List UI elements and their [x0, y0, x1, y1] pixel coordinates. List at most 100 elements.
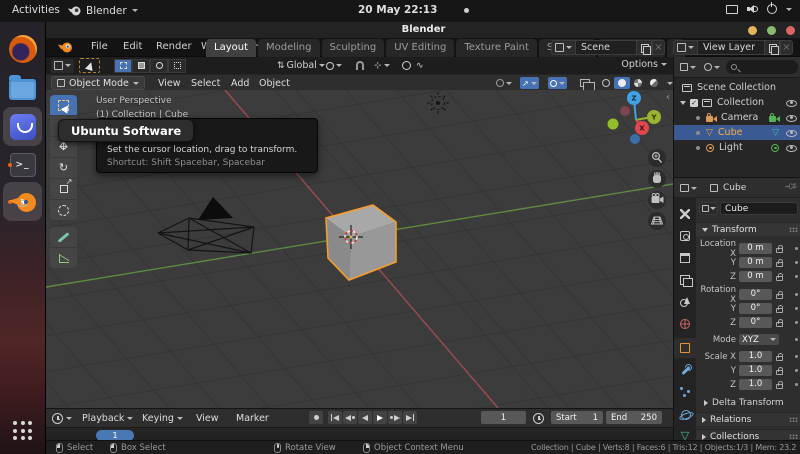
pan-button[interactable] [648, 170, 666, 188]
new-scene-button[interactable] [636, 40, 652, 55]
tool-scale[interactable] [50, 177, 77, 200]
menu-view[interactable]: View [158, 78, 181, 89]
sidebar-collapse-arrow[interactable]: ‹ [666, 92, 670, 103]
outliner-row-collection[interactable]: ✓ Collection [674, 95, 800, 110]
menu-object[interactable]: Object [259, 78, 290, 89]
tool-transform[interactable] [50, 200, 77, 221]
shading-wireframe[interactable] [598, 77, 614, 89]
tab-physics[interactable] [674, 404, 696, 424]
app-menu[interactable]: Blender [68, 4, 138, 17]
eye-icon[interactable] [786, 143, 797, 152]
toggle-perspective-button[interactable] [648, 212, 666, 230]
rotation-z-value[interactable]: 0° [739, 317, 772, 328]
location-x-value[interactable]: 0 m [739, 243, 772, 254]
select-mode-lasso[interactable] [168, 58, 186, 73]
clock[interactable]: 20 May 22:13 [358, 4, 437, 16]
drag-handle-icon[interactable] [789, 434, 798, 439]
select-mode-tweak[interactable] [114, 58, 132, 73]
lock-icon[interactable] [776, 259, 783, 267]
maximize-button[interactable] [767, 26, 776, 35]
delta-transform-panel[interactable]: Delta Transform [696, 396, 800, 410]
current-frame-field[interactable]: 1 [481, 411, 526, 424]
animate-dot[interactable] [794, 260, 798, 265]
outliner-row-camera[interactable]: Camera [674, 110, 800, 125]
lock-icon[interactable] [776, 291, 783, 299]
animate-dot[interactable] [794, 306, 798, 311]
window-title-bar[interactable]: Blender [46, 22, 800, 38]
drag-handle-icon[interactable] [789, 417, 798, 422]
outliner-search-input[interactable] [726, 60, 798, 74]
proportional-edit-toggle[interactable] [399, 59, 414, 73]
animate-dot[interactable] [794, 246, 798, 251]
tool-annotate[interactable] [50, 227, 77, 248]
end-frame-field[interactable]: End 250 [606, 411, 662, 424]
collections-panel-header[interactable]: Collections [696, 429, 800, 440]
outliner-row-scene-collection[interactable]: Scene Collection [674, 80, 800, 95]
overlays-toggle[interactable] [548, 77, 567, 89]
scale-z-value[interactable]: 1.0 [739, 379, 772, 390]
location-y-value[interactable]: 0 m [739, 257, 772, 268]
animate-dot[interactable] [794, 354, 798, 359]
unlink-scene-button[interactable]: × [652, 40, 665, 55]
lock-icon[interactable] [776, 367, 783, 375]
object-name-field[interactable]: Cube [720, 202, 798, 215]
menu-add[interactable]: Add [231, 78, 249, 89]
eye-icon[interactable] [786, 98, 797, 107]
timeline-ruler[interactable]: 1 [46, 427, 673, 441]
tab-output[interactable] [674, 248, 696, 268]
pivot-point-dropdown[interactable] [323, 59, 345, 73]
collection-checkbox[interactable]: ✓ [690, 98, 698, 107]
eye-icon[interactable] [786, 128, 797, 137]
pin-icon[interactable]: 📌︎ [783, 179, 798, 194]
outliner-row-light[interactable]: Light [674, 140, 800, 155]
dock-item-firefox[interactable] [7, 33, 38, 64]
new-view-layer-button[interactable] [764, 40, 780, 55]
show-applications-button[interactable] [7, 415, 38, 446]
rotation-x-value[interactable]: 0° [739, 289, 772, 300]
menu-select[interactable]: Select [191, 78, 220, 89]
view-layer-name[interactable]: View Layer [698, 40, 764, 55]
outliner-display-mode-dropdown[interactable] [678, 61, 698, 73]
menu-file[interactable]: File [91, 41, 108, 52]
shading-material[interactable] [630, 77, 646, 89]
menu-playback[interactable]: Playback [82, 413, 134, 424]
menu-edit[interactable]: Edit [123, 41, 142, 52]
scene-browse-button[interactable] [551, 40, 576, 55]
dock-item-ubuntu-software[interactable] [7, 111, 38, 142]
properties-editor-type-button[interactable] [678, 182, 699, 194]
visibility-dropdown[interactable] [494, 77, 514, 89]
snap-target-dropdown[interactable]: ⊹ [371, 59, 393, 73]
tool-rotate[interactable]: ↻ [50, 158, 77, 179]
dock-item-blender[interactable] [7, 186, 38, 217]
tab-sculpting[interactable]: Sculpting [321, 39, 385, 57]
shading-rendered[interactable] [646, 77, 662, 89]
tab-tool[interactable] [674, 204, 696, 224]
lock-icon[interactable] [776, 273, 783, 281]
activities-button[interactable]: Activities [12, 4, 60, 16]
tab-modeling[interactable]: Modeling [258, 39, 320, 57]
blender-logo-icon[interactable] [58, 40, 73, 57]
eye-icon[interactable] [786, 113, 797, 122]
scene-name[interactable]: Scene [576, 40, 636, 55]
location-z-value[interactable]: 0 m [739, 271, 772, 282]
proportional-falloff-dropdown[interactable]: ∿ [413, 59, 427, 73]
relations-panel-header[interactable]: Relations [696, 412, 800, 426]
minimize-button[interactable] [748, 26, 757, 35]
tab-object-data[interactable]: ▽ [674, 426, 696, 440]
xray-toggle[interactable] [578, 77, 595, 92]
outliner-row-cube[interactable]: ▽ Cube ▽ [674, 125, 800, 140]
animate-dot[interactable] [794, 292, 798, 297]
tab-modifiers[interactable] [674, 360, 696, 380]
tool-measure[interactable] [50, 248, 77, 269]
active-tool-button[interactable] [79, 58, 100, 73]
menu-keying[interactable]: Keying [142, 413, 183, 424]
menu-render[interactable]: Render [156, 41, 192, 52]
animate-dot[interactable] [794, 320, 798, 325]
tab-render[interactable] [674, 226, 696, 246]
tab-object[interactable] [674, 338, 696, 358]
rotation-y-value[interactable]: 0° [739, 303, 772, 314]
gizmos-toggle[interactable]: ↗ [520, 77, 539, 89]
dock-item-files[interactable] [7, 72, 38, 103]
timeline-editor-type-button[interactable] [52, 413, 72, 424]
tab-layout[interactable]: Layout [206, 39, 256, 57]
